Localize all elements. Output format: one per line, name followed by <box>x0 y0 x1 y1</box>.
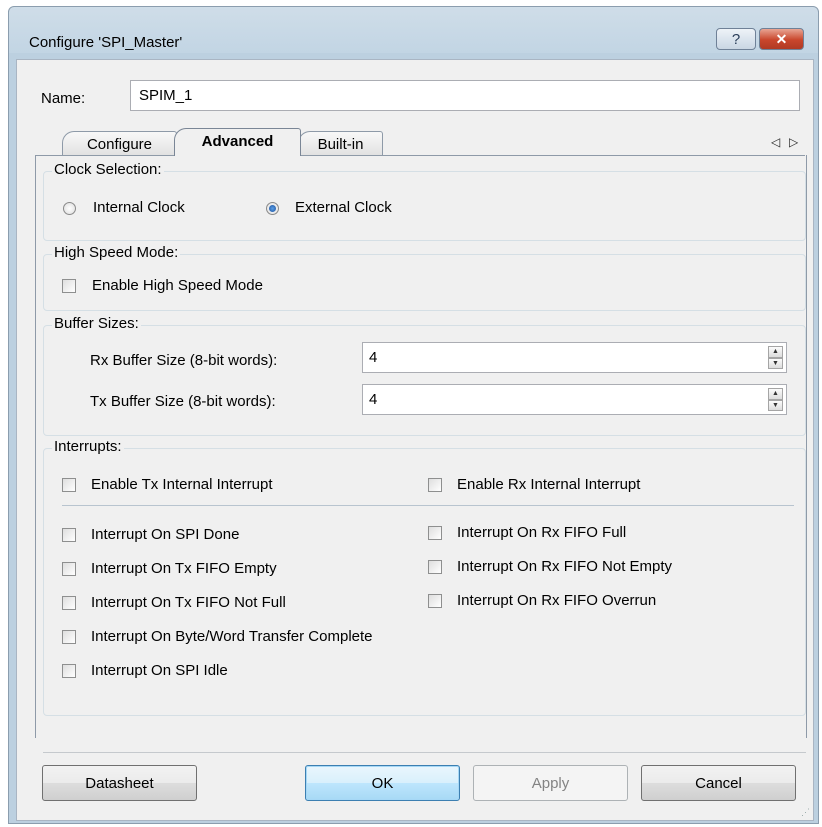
help-button[interactable]: ? <box>716 28 756 50</box>
resize-grip-icon[interactable]: ⋰ <box>801 807 810 818</box>
name-input[interactable] <box>130 80 800 111</box>
title-bar[interactable]: Configure 'SPI_Master' ? ✕ <box>9 7 818 53</box>
tab-scroll-left-icon[interactable]: ◁ <box>771 135 780 149</box>
apply-button[interactable]: Apply <box>473 765 628 801</box>
enable-high-speed-label[interactable]: Enable High Speed Mode <box>92 277 263 294</box>
rx-buffer-size-label: Rx Buffer Size (8-bit words): <box>90 352 278 369</box>
buffer-sizes-group: Buffer Sizes: Rx Buffer Size (8-bit word… <box>43 315 806 436</box>
rx-buffer-size-stepper[interactable]: 4 ▲ ▼ <box>362 342 787 373</box>
tx-buffer-size-stepper[interactable]: 4 ▲ ▼ <box>362 384 787 415</box>
enable-tx-internal-interrupt-checkbox[interactable] <box>62 478 76 492</box>
interrupts-divider <box>62 505 794 506</box>
clock-selection-group: Clock Selection: Internal Clock External… <box>43 161 806 241</box>
rx-decrement-icon[interactable]: ▼ <box>768 357 783 369</box>
button-row-divider <box>43 752 806 753</box>
interrupts-group: Interrupts: Enable Tx Internal Interrupt… <box>43 438 806 716</box>
tx-decrement-icon[interactable]: ▼ <box>768 399 783 411</box>
interrupt-spi-idle-label[interactable]: Interrupt On SPI Idle <box>91 662 228 679</box>
interrupt-byte-word-complete-checkbox[interactable] <box>62 630 76 644</box>
interrupt-spi-done-checkbox[interactable] <box>62 528 76 542</box>
interrupt-tx-fifo-empty-checkbox[interactable] <box>62 562 76 576</box>
tab-scroll-right-icon[interactable]: ▷ <box>789 135 798 149</box>
window-title: Configure 'SPI_Master' <box>29 34 183 51</box>
tx-buffer-size-value[interactable]: 4 <box>369 391 377 408</box>
internal-clock-label[interactable]: Internal Clock <box>93 199 185 216</box>
rx-increment-icon[interactable]: ▲ <box>768 346 783 358</box>
interrupt-spi-idle-checkbox[interactable] <box>62 664 76 678</box>
rx-spin-buttons: ▲ ▼ <box>768 346 783 369</box>
interrupt-rx-fifo-full-label[interactable]: Interrupt On Rx FIFO Full <box>457 524 626 541</box>
tx-spin-buttons: ▲ ▼ <box>768 388 783 411</box>
datasheet-button[interactable]: Datasheet <box>42 765 197 801</box>
buffer-sizes-title: Buffer Sizes: <box>52 315 141 332</box>
rx-buffer-size-value[interactable]: 4 <box>369 349 377 366</box>
internal-clock-radio[interactable] <box>63 202 76 215</box>
high-speed-mode-title: High Speed Mode: <box>52 244 181 261</box>
tx-buffer-size-label: Tx Buffer Size (8-bit words): <box>90 393 276 410</box>
interrupt-rx-fifo-not-empty-label[interactable]: Interrupt On Rx FIFO Not Empty <box>457 558 672 575</box>
enable-rx-internal-interrupt-checkbox[interactable] <box>428 478 442 492</box>
enable-rx-internal-interrupt-label[interactable]: Enable Rx Internal Interrupt <box>457 476 640 493</box>
dialog-client-area: Name: Configure Advanced Built-in ◁ ▷ Cl… <box>16 59 814 821</box>
external-clock-label[interactable]: External Clock <box>295 199 392 216</box>
enable-tx-internal-interrupt-label[interactable]: Enable Tx Internal Interrupt <box>91 476 273 493</box>
interrupt-tx-fifo-not-full-checkbox[interactable] <box>62 596 76 610</box>
external-clock-radio[interactable] <box>266 202 279 215</box>
interrupt-spi-done-label[interactable]: Interrupt On SPI Done <box>91 526 239 543</box>
interrupt-byte-word-complete-label[interactable]: Interrupt On Byte/Word Transfer Complete <box>91 628 373 645</box>
name-label: Name: <box>41 90 86 107</box>
interrupt-rx-fifo-overrun-label[interactable]: Interrupt On Rx FIFO Overrun <box>457 592 656 609</box>
close-icon: ✕ <box>775 30 788 47</box>
tab-configure[interactable]: Configure <box>62 131 177 155</box>
interrupts-title: Interrupts: <box>52 438 124 455</box>
configure-dialog: Configure 'SPI_Master' ? ✕ Name: Configu… <box>8 6 819 824</box>
clock-selection-title: Clock Selection: <box>52 161 164 178</box>
help-icon: ? <box>731 30 741 48</box>
interrupt-rx-fifo-not-empty-checkbox[interactable] <box>428 560 442 574</box>
interrupt-rx-fifo-full-checkbox[interactable] <box>428 526 442 540</box>
interrupt-rx-fifo-overrun-checkbox[interactable] <box>428 594 442 608</box>
cancel-button[interactable]: Cancel <box>641 765 796 801</box>
tx-increment-icon[interactable]: ▲ <box>768 388 783 400</box>
close-button[interactable]: ✕ <box>759 28 804 50</box>
tab-built-in[interactable]: Built-in <box>298 131 383 155</box>
interrupt-tx-fifo-empty-label[interactable]: Interrupt On Tx FIFO Empty <box>91 560 277 577</box>
enable-high-speed-checkbox[interactable] <box>62 279 76 293</box>
interrupt-tx-fifo-not-full-label[interactable]: Interrupt On Tx FIFO Not Full <box>91 594 286 611</box>
ok-button[interactable]: OK <box>305 765 460 801</box>
tab-advanced[interactable]: Advanced <box>174 128 301 156</box>
high-speed-mode-group: High Speed Mode: Enable High Speed Mode <box>43 244 806 311</box>
